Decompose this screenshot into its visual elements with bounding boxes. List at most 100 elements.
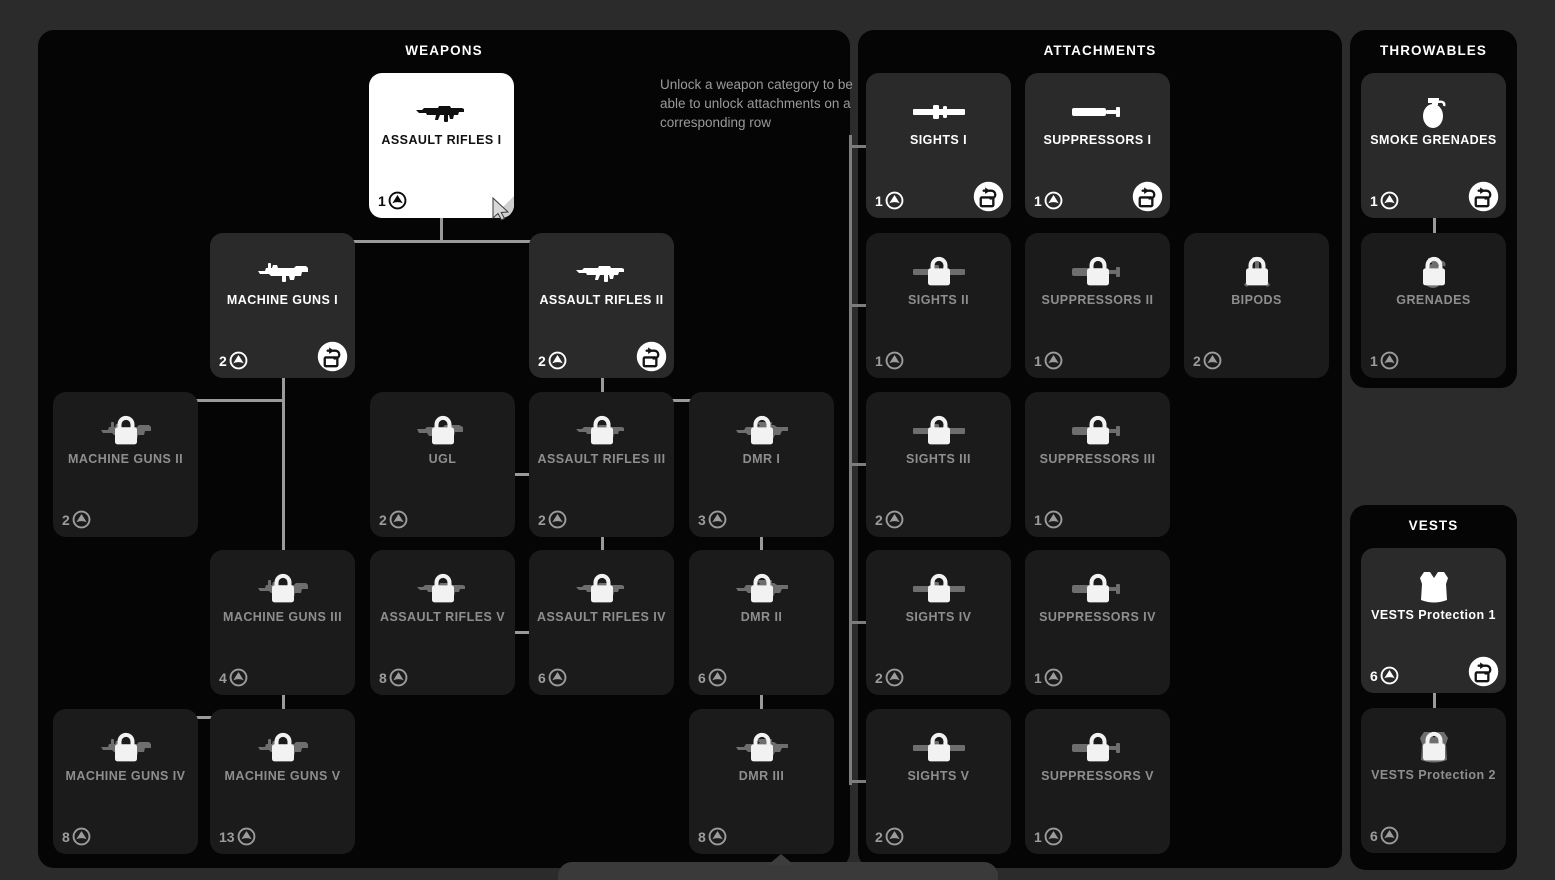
lock-icon xyxy=(1085,256,1111,286)
lock-icon xyxy=(430,415,456,445)
lock-icon xyxy=(1085,573,1111,603)
tech-card-suppressors-3[interactable]: SUPPRESSORS III 1 xyxy=(1025,392,1170,537)
lock-icon xyxy=(926,256,952,286)
cost-value: 1 xyxy=(875,352,883,369)
machine-gun-icon xyxy=(210,572,355,606)
tech-card-vests-protection-1[interactable]: VESTS Protection 1 6 xyxy=(1361,548,1506,693)
lock-icon xyxy=(749,732,775,762)
tech-card-sights-4[interactable]: SIGHTS IV 2 xyxy=(866,550,1011,695)
tech-card-bipods[interactable]: BIPODS 2 xyxy=(1184,233,1329,378)
tech-card-assault-rifles-5[interactable]: ASSAULT RIFLES V 8 xyxy=(370,550,515,695)
tech-card-cost: 1 xyxy=(1034,668,1063,687)
suppressor-icon xyxy=(1025,95,1170,129)
lock-icon xyxy=(114,415,137,445)
scope-icon xyxy=(866,255,1011,289)
tech-card-machine-guns-4[interactable]: MACHINE GUNS IV 8 xyxy=(53,709,198,854)
supply-points-icon xyxy=(885,827,904,846)
lock-icon xyxy=(430,573,456,603)
tech-card-suppressors-2[interactable]: SUPPRESSORS II 1 xyxy=(1025,233,1170,378)
supply-points-icon xyxy=(389,510,408,529)
scope-icon xyxy=(866,95,1011,129)
row-stub xyxy=(849,145,866,148)
tech-card-label: SIGHTS V xyxy=(907,769,970,783)
tech-card-sights-2[interactable]: SIGHTS II 1 xyxy=(866,233,1011,378)
connector xyxy=(1433,218,1436,234)
tech-card-label: ASSAULT RIFLES V xyxy=(379,610,506,624)
tech-card-label: SUPPRESSORS II xyxy=(1041,293,1154,307)
tech-card-label: SUPPRESSORS I xyxy=(1043,133,1152,147)
tech-card-smoke-grenades[interactable]: SMOKE GRENADES 1 xyxy=(1361,73,1506,218)
connector xyxy=(282,378,285,400)
tech-card-assault-rifles-2[interactable]: ASSAULT RIFLES II 2 xyxy=(529,233,674,378)
tech-card-sights-1[interactable]: SIGHTS I 1 xyxy=(866,73,1011,218)
assault-rifle-icon xyxy=(369,95,514,129)
dmr-icon xyxy=(689,414,834,448)
tech-card-suppressors-5[interactable]: SUPPRESSORS V 1 xyxy=(1025,709,1170,854)
tech-card-assault-rifles-4[interactable]: ASSAULT RIFLES IV 6 xyxy=(529,550,674,695)
tech-card-sights-3[interactable]: SIGHTS III 2 xyxy=(866,392,1011,537)
cost-value: 13 xyxy=(219,828,235,845)
suppressor-icon xyxy=(1025,414,1170,448)
tech-card-cost: 1 xyxy=(875,191,904,210)
tech-card-cost: 2 xyxy=(538,351,567,370)
machine-gun-icon xyxy=(210,731,355,765)
row-stub xyxy=(849,463,866,466)
tech-card-label: MACHINE GUNS III xyxy=(222,610,342,624)
tech-card-dmr-1[interactable]: DMR I 3 xyxy=(689,392,834,537)
tech-card-label: DMR II xyxy=(740,610,783,624)
tech-card-label: MACHINE GUNS I xyxy=(226,293,339,307)
supply-points-icon xyxy=(1044,827,1063,846)
tech-card-cost: 4 xyxy=(219,668,248,687)
tech-card-dmr-2[interactable]: DMR II 6 xyxy=(689,550,834,695)
lock-icon xyxy=(1085,415,1111,445)
tech-card-dmr-3[interactable]: DMR III 8 xyxy=(689,709,834,854)
supply-points-icon xyxy=(885,191,904,210)
tech-card-cost: 1 xyxy=(1034,191,1063,210)
tech-card-label: VESTS Protection 2 xyxy=(1371,768,1496,782)
cost-value: 6 xyxy=(1370,827,1378,844)
connector xyxy=(440,218,443,240)
tech-card-sights-5[interactable]: SIGHTS V 2 xyxy=(866,709,1011,854)
dmr-icon xyxy=(689,731,834,765)
tech-card-label: VESTS Protection 1 xyxy=(1371,608,1496,622)
lock-icon xyxy=(1422,731,1445,761)
tech-card-label: MACHINE GUNS II xyxy=(67,452,184,466)
unlock-box-icon xyxy=(636,341,667,372)
row-stub xyxy=(849,780,866,783)
cost-value: 1 xyxy=(1034,511,1042,528)
vest-icon xyxy=(1361,570,1506,604)
lock-icon xyxy=(1421,731,1447,761)
unlock-box-icon xyxy=(317,341,348,372)
supply-points-icon xyxy=(1380,666,1399,685)
cost-value: 8 xyxy=(379,669,387,686)
tech-card-label: SIGHTS III xyxy=(906,452,971,466)
tech-card-assault-rifles-3[interactable]: ASSAULT RIFLES III 2 xyxy=(529,392,674,537)
lock-icon xyxy=(927,415,950,445)
tech-card-machine-guns-2[interactable]: MACHINE GUNS II 2 xyxy=(53,392,198,537)
tech-card-label: SUPPRESSORS V xyxy=(1041,769,1154,783)
cost-value: 6 xyxy=(538,669,546,686)
tech-card-vests-protection-2[interactable]: VESTS Protection 2 6 xyxy=(1361,708,1506,853)
tech-card-grenades[interactable]: GRENADES 1 xyxy=(1361,233,1506,378)
cost-value: 2 xyxy=(875,669,883,686)
lock-icon xyxy=(1086,415,1109,445)
lock-icon xyxy=(270,732,296,762)
tech-card-suppressors-4[interactable]: SUPPRESSORS IV 1 xyxy=(1025,550,1170,695)
grenade-icon xyxy=(1361,95,1506,129)
machine-gun-icon xyxy=(257,263,308,282)
tech-card-suppressors-1[interactable]: SUPPRESSORS I 1 xyxy=(1025,73,1170,218)
tech-card-ugl[interactable]: UGL 2 xyxy=(370,392,515,537)
tech-card-machine-guns-1[interactable]: MACHINE GUNS I 2 xyxy=(210,233,355,378)
lock-icon xyxy=(749,415,775,445)
tech-card-cost: 1 xyxy=(1034,351,1063,370)
weapons-panel-title: WEAPONS xyxy=(405,43,483,58)
cost-value: 2 xyxy=(379,511,387,528)
tech-card-machine-guns-3[interactable]: MACHINE GUNS III 4 xyxy=(210,550,355,695)
cost-value: 1 xyxy=(1034,352,1042,369)
lock-icon xyxy=(113,415,139,445)
unlock-box-icon xyxy=(973,181,1004,212)
supply-points-icon xyxy=(708,827,727,846)
cost-value: 1 xyxy=(875,192,883,209)
tech-card-machine-guns-5[interactable]: MACHINE GUNS V 13 xyxy=(210,709,355,854)
lock-icon xyxy=(270,573,296,603)
